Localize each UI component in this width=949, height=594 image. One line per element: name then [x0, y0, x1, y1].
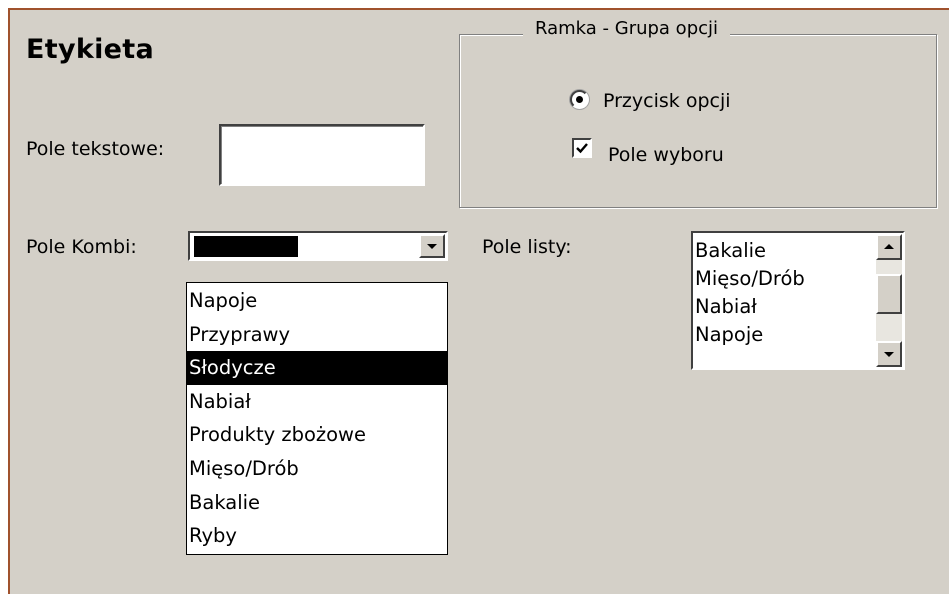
- text-field[interactable]: [219, 124, 425, 186]
- combo-box[interactable]: [188, 231, 448, 261]
- scroll-down-button[interactable]: [876, 341, 902, 367]
- dropdown-item-mieso-drob[interactable]: Mięso/Drób: [187, 452, 447, 486]
- form-label-etykieta: Etykieta: [26, 34, 154, 65]
- option-radio-label: Przycisk opcji: [603, 90, 731, 112]
- combo-label: Pole Kombi:: [26, 236, 137, 258]
- option-radio-button[interactable]: [570, 90, 589, 109]
- list-item-mieso-drob[interactable]: Mięso/Drób: [695, 265, 805, 293]
- access-form: Etykieta Pole tekstowe: Ramka - Grupa op…: [8, 8, 949, 594]
- dropdown-item-nabial[interactable]: Nabiał: [187, 385, 447, 419]
- dropdown-item-bakalie[interactable]: Bakalie: [187, 486, 447, 520]
- combo-dropdown-button[interactable]: [419, 234, 445, 258]
- arrow-down-icon: [884, 352, 894, 357]
- chevron-down-icon: [427, 244, 437, 249]
- listbox-label: Pole listy:: [482, 236, 572, 258]
- list-item-napoje[interactable]: Napoje: [695, 321, 805, 349]
- combo-selected-text: [194, 236, 298, 257]
- combo-dropdown-list[interactable]: Napoje Przyprawy Słodycze Nabiał Produkt…: [186, 282, 448, 555]
- checkbox[interactable]: [572, 138, 592, 158]
- listbox-scrollbar[interactable]: [876, 234, 902, 367]
- list-item-nabial[interactable]: Nabiał: [695, 293, 805, 321]
- dropdown-item-przyprawy[interactable]: Przyprawy: [187, 318, 447, 352]
- dropdown-item-ryby[interactable]: Ryby: [187, 519, 447, 553]
- option-group-title: Ramka - Grupa opcji: [523, 18, 731, 39]
- textbox-label: Pole tekstowe:: [26, 138, 165, 160]
- list-box[interactable]: Bakalie Mięso/Drób Nabiał Napoje: [691, 231, 905, 370]
- scroll-up-button[interactable]: [876, 234, 902, 260]
- dropdown-item-napoje[interactable]: Napoje: [187, 284, 447, 318]
- scroll-thumb[interactable]: [876, 274, 902, 314]
- arrow-up-icon: [884, 244, 894, 249]
- radio-selected-dot-icon: [576, 96, 583, 103]
- option-group-frame: [459, 34, 937, 208]
- checkmark-icon: [576, 143, 588, 154]
- dropdown-item-slodycze[interactable]: Słodycze: [187, 351, 447, 385]
- list-item-bakalie[interactable]: Bakalie: [695, 237, 805, 265]
- checkbox-label: Pole wyboru: [608, 144, 724, 166]
- dropdown-item-produkty-zbozowe[interactable]: Produkty zbożowe: [187, 418, 447, 452]
